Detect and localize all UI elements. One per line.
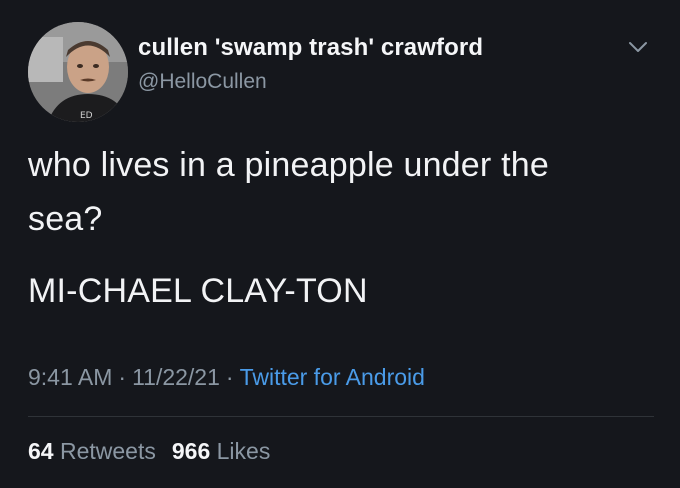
author-display-name[interactable]: cullen 'swamp trash' crawford <box>138 34 483 62</box>
retweets-count: 64 <box>28 438 54 464</box>
author-handle[interactable]: @HelloCullen <box>138 70 267 94</box>
tweet-card: ED cullen 'swamp trash' crawford @HelloC… <box>0 0 680 488</box>
svg-text:ED: ED <box>80 111 93 121</box>
likes-stat[interactable]: 966 Likes <box>172 438 270 464</box>
meta-separator: · <box>225 364 234 390</box>
tweet-meta: 9:41 AM · 11/22/21 · Twitter for Android <box>28 364 425 391</box>
tweet-text-line: sea? <box>28 200 103 238</box>
divider <box>28 416 654 417</box>
likes-count: 966 <box>171 438 211 464</box>
tweet-source-link[interactable]: Twitter for Android <box>240 364 425 390</box>
tweet-time[interactable]: 9:41 AM <box>28 364 112 390</box>
likes-label: Likes <box>216 438 271 464</box>
avatar[interactable]: ED <box>28 22 128 122</box>
tweet-stats: 64 Retweets 966 Likes <box>28 438 270 465</box>
tweet-text-line: who lives in a pineapple under the <box>28 146 549 184</box>
retweets-label: Retweets <box>59 438 156 464</box>
retweets-stat[interactable]: 64 Retweets <box>28 438 156 464</box>
tweet-date[interactable]: 11/22/21 <box>132 364 220 390</box>
meta-separator: · <box>118 364 127 390</box>
tweet-text-line: MI-CHAEL CLAY-TON <box>28 272 368 310</box>
chevron-down-icon[interactable] <box>626 38 650 56</box>
avatar-photo-icon: ED <box>28 22 128 122</box>
